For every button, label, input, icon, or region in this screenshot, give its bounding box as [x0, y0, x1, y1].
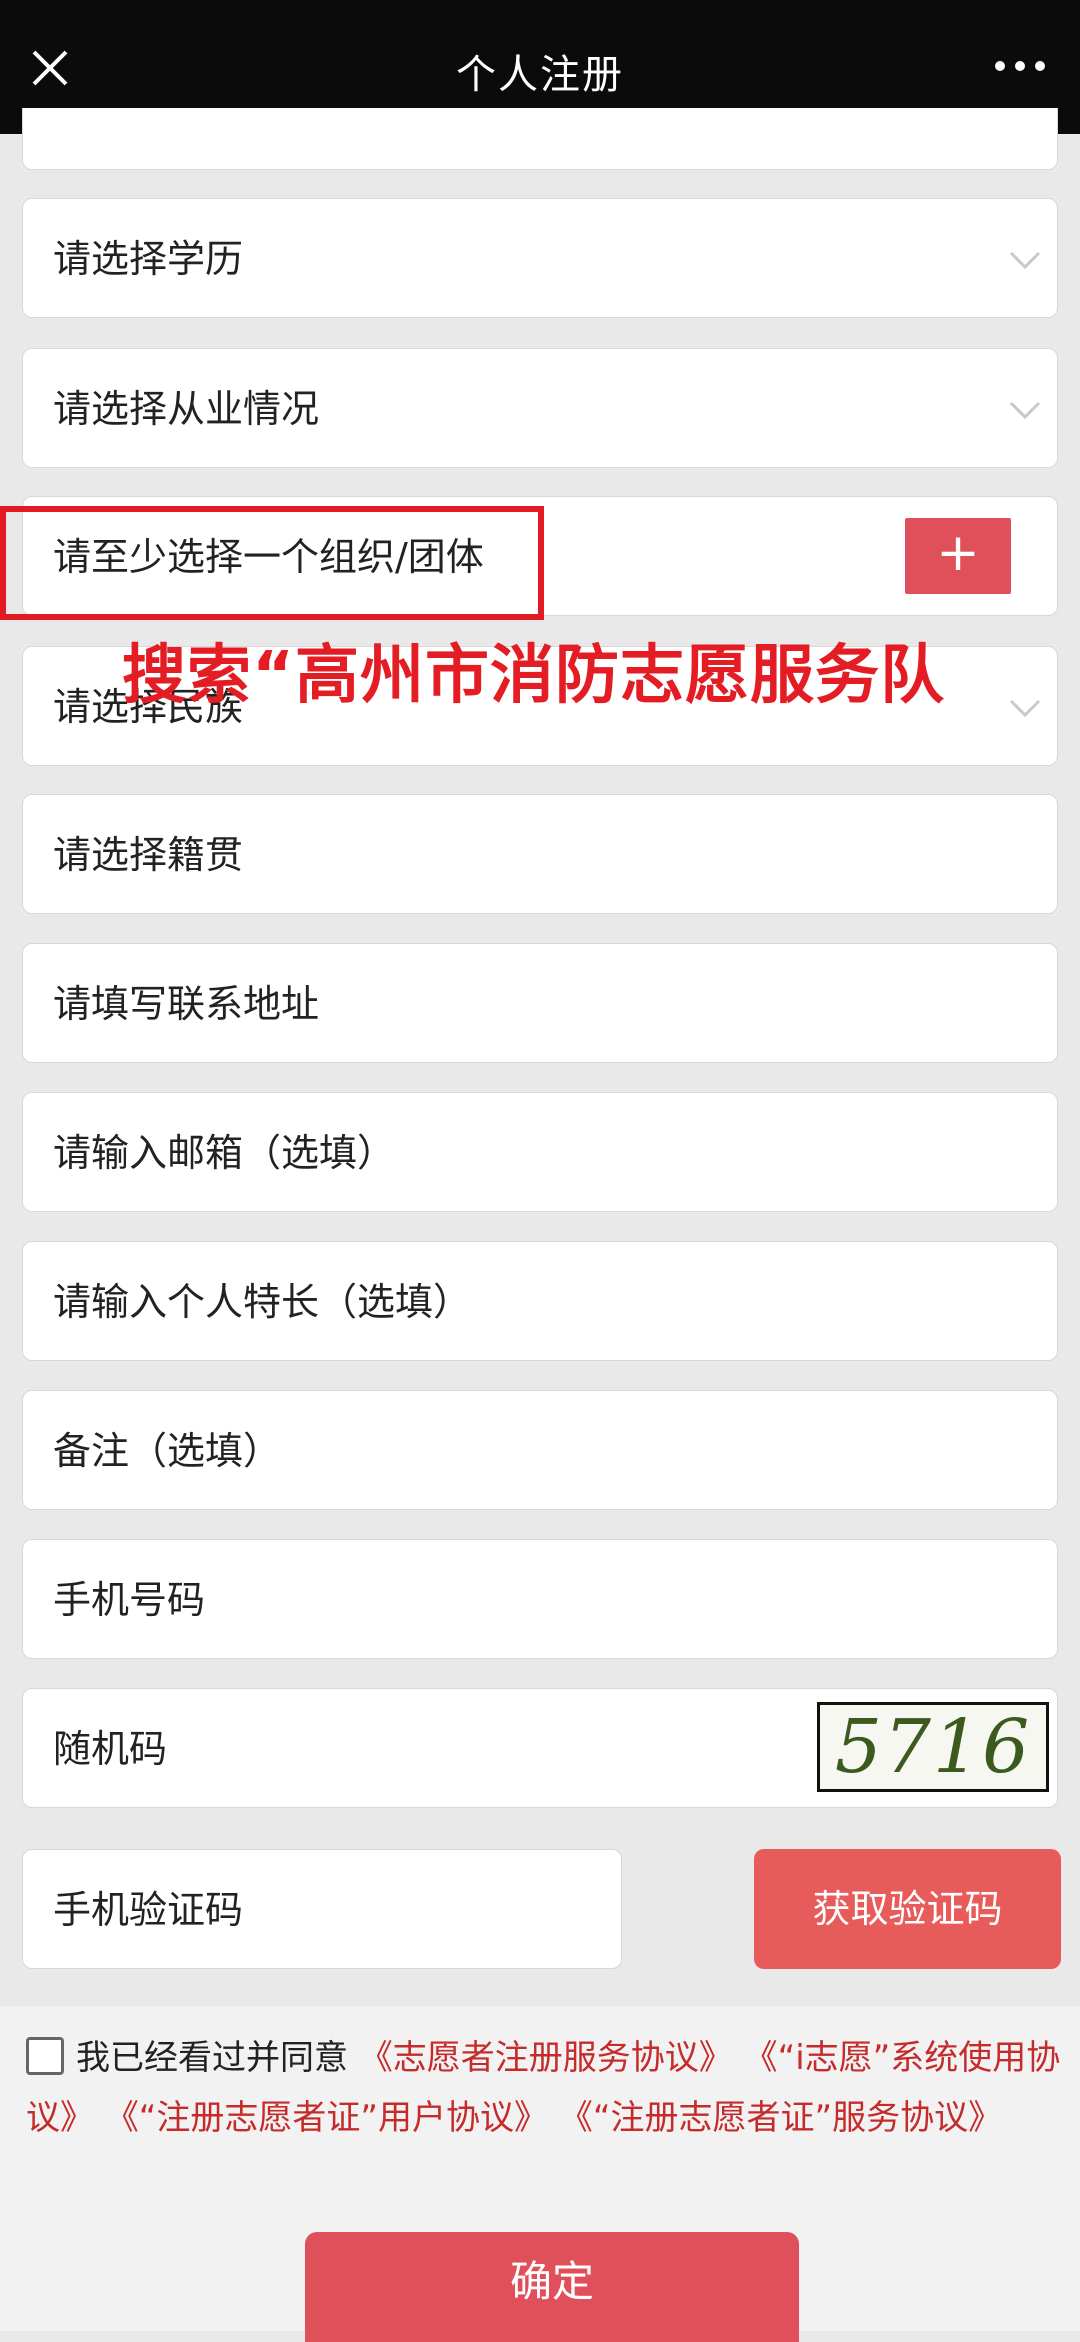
- confirm-button[interactable]: 确定: [305, 2232, 799, 2342]
- scrolled-field[interactable]: [22, 108, 1058, 170]
- sms-code-input[interactable]: 手机验证码: [22, 1849, 622, 1969]
- native-place-label: 请选择籍贯: [53, 833, 244, 877]
- captcha-image[interactable]: 5716: [817, 1702, 1049, 1792]
- email-placeholder: 请输入邮箱（选填）: [53, 1131, 396, 1175]
- address-input[interactable]: 请填写联系地址: [22, 943, 1058, 1063]
- agreement-link-4[interactable]: 《“注册志愿者证”服务协议》: [559, 2098, 1002, 2138]
- page-title: 个人注册: [456, 52, 624, 98]
- agree-checkbox[interactable]: [26, 2037, 64, 2075]
- annotation-text: 搜索“高州市消防志愿服务队: [122, 639, 946, 713]
- agreement-prefix: 我已经看过并同意: [76, 2038, 348, 2078]
- email-input[interactable]: 请输入邮箱（选填）: [22, 1092, 1058, 1212]
- chevron-down-icon: [1009, 251, 1041, 270]
- random-code-placeholder: 随机码: [53, 1727, 168, 1771]
- employment-select[interactable]: 请选择从业情况: [22, 348, 1058, 468]
- phone-placeholder: 手机号码: [53, 1578, 206, 1622]
- education-select[interactable]: 请选择学历: [22, 198, 1058, 318]
- agreement-text: 我已经看过并同意 《志愿者注册服务协议》 《“i志愿”系统使用协议》 《“注册志…: [26, 2028, 1066, 2148]
- address-placeholder: 请填写联系地址: [53, 982, 320, 1026]
- agreement-link-1[interactable]: 《志愿者注册服务协议》: [359, 2038, 733, 2078]
- phone-input[interactable]: 手机号码: [22, 1539, 1058, 1659]
- add-organization-button[interactable]: +: [905, 518, 1011, 594]
- highlight-box: [0, 506, 544, 620]
- education-label: 请选择学历: [53, 237, 244, 281]
- get-sms-code-button[interactable]: 获取验证码: [754, 1849, 1061, 1969]
- remarks-placeholder: 备注（选填）: [53, 1429, 282, 1473]
- agreement-link-3[interactable]: 《“注册志愿者证”用户协议》: [105, 2098, 548, 2138]
- sms-code-placeholder: 手机验证码: [53, 1888, 244, 1932]
- chevron-down-icon: [1009, 699, 1041, 718]
- remarks-input[interactable]: 备注（选填）: [22, 1390, 1058, 1510]
- specialty-placeholder: 请输入个人特长（选填）: [53, 1280, 472, 1324]
- employment-label: 请选择从业情况: [53, 387, 320, 431]
- more-icon[interactable]: [992, 44, 1048, 88]
- native-place-select[interactable]: 请选择籍贯: [22, 794, 1058, 914]
- specialty-input[interactable]: 请输入个人特长（选填）: [22, 1241, 1058, 1361]
- chevron-down-icon: [1009, 401, 1041, 420]
